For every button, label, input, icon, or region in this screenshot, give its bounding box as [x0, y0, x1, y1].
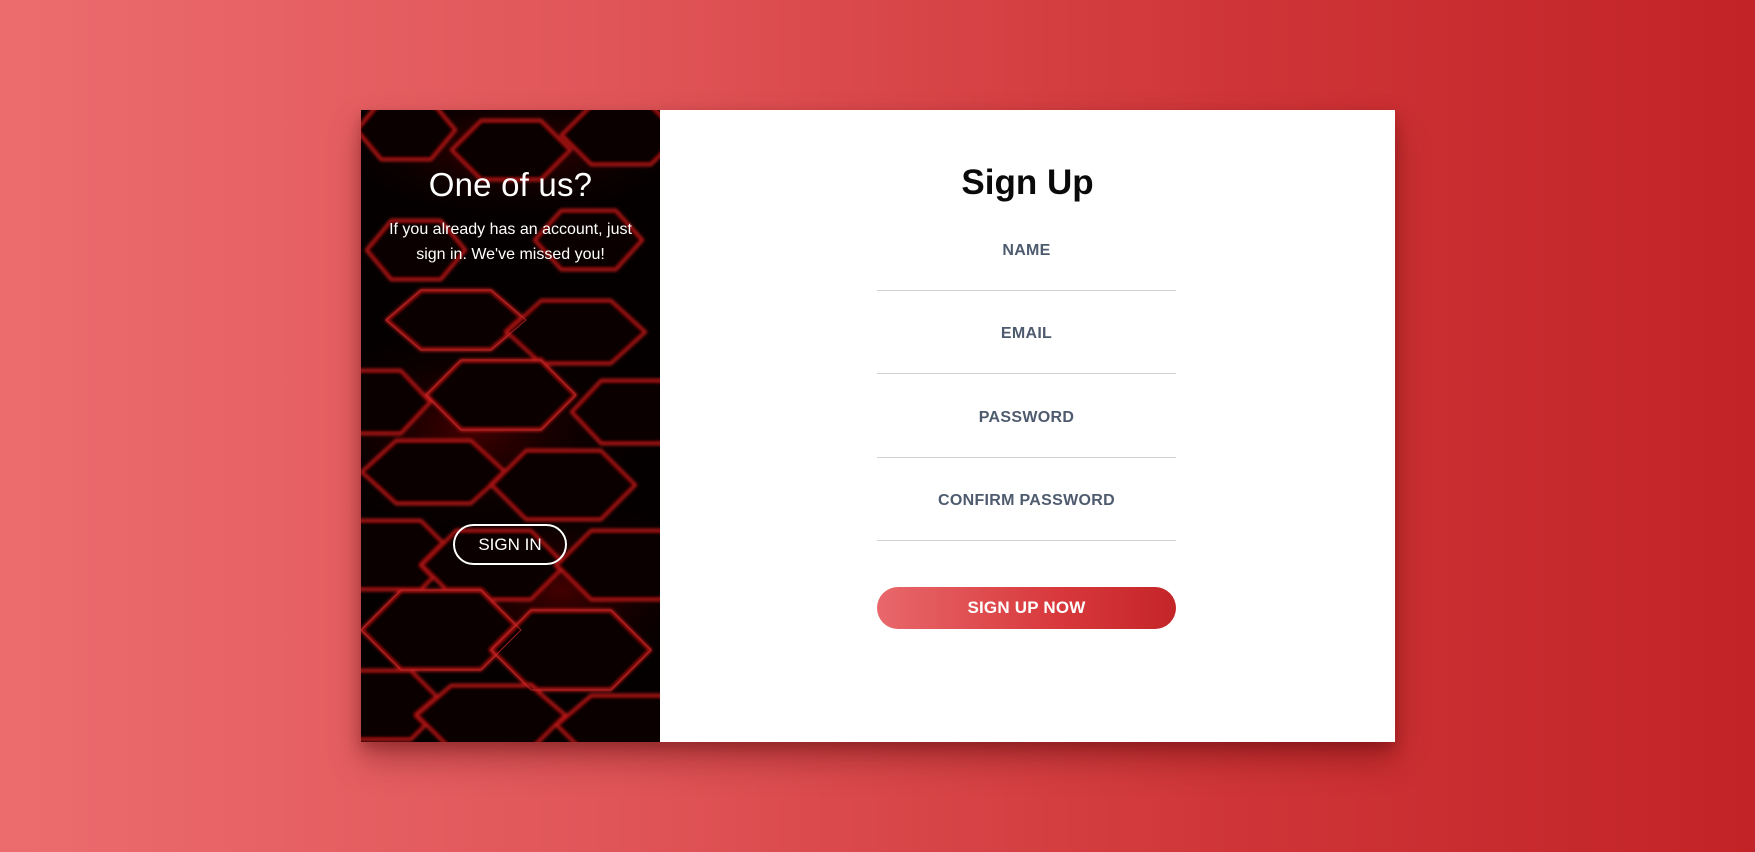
signup-card: One of us? If you already has an account…	[361, 110, 1395, 742]
signup-form-panel: Sign Up SIGN UP NOW	[660, 110, 1395, 742]
welcome-message: If you already has an account, just sign…	[389, 221, 632, 263]
confirm-password-field[interactable]	[877, 483, 1176, 541]
sign-up-now-button[interactable]: SIGN UP NOW	[877, 587, 1176, 629]
welcome-back-content: One of us? If you already has an account…	[361, 110, 660, 742]
password-field[interactable]	[877, 400, 1176, 458]
email-field[interactable]	[877, 316, 1176, 374]
welcome-title: One of us?	[428, 166, 593, 203]
welcome-back-panel: One of us? If you already has an account…	[361, 110, 660, 742]
signup-title: Sign Up	[961, 163, 1094, 202]
name-field[interactable]	[877, 233, 1176, 291]
sign-in-button[interactable]: SIGN IN	[453, 524, 567, 565]
